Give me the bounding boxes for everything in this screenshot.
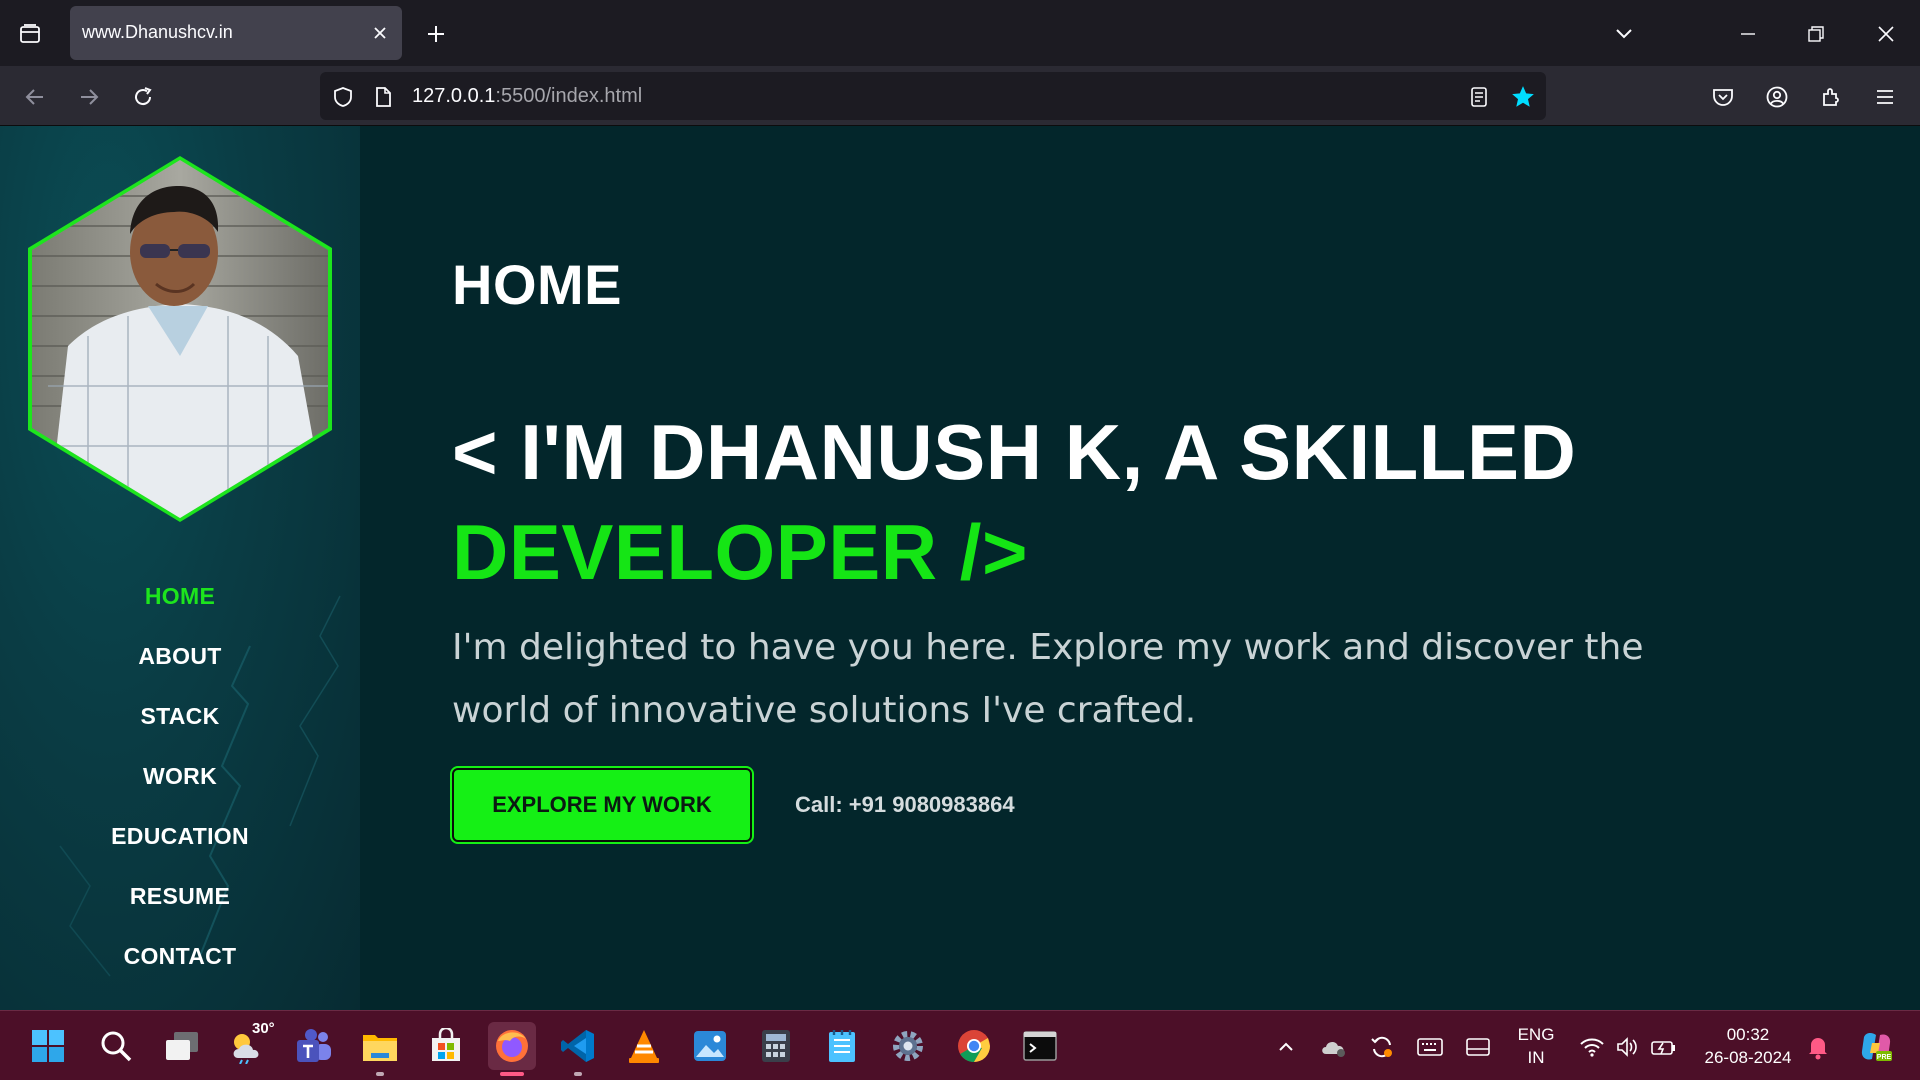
wifi-icon[interactable] [1578, 1033, 1606, 1061]
teams-icon[interactable] [290, 1022, 338, 1070]
volume-icon[interactable] [1614, 1033, 1642, 1061]
tab-title: www.Dhanushcv.in [82, 22, 233, 42]
address-bar[interactable]: 127.0.0.1:5500/index.html [320, 72, 1546, 120]
sidebar-item-home[interactable]: HOME [0, 566, 360, 626]
minimize-icon[interactable] [1728, 14, 1768, 54]
vlc-icon[interactable] [620, 1022, 668, 1070]
url-host: 127.0.0.1 [412, 85, 496, 107]
weather-temperature: 30° [252, 1020, 275, 1037]
keyboard-icon[interactable] [1416, 1033, 1444, 1061]
forward-arrow-icon[interactable] [72, 80, 106, 114]
restore-icon[interactable] [1796, 14, 1836, 54]
reload-icon[interactable] [126, 80, 160, 114]
back-arrow-icon[interactable] [18, 80, 52, 114]
vscode-icon[interactable] [554, 1022, 602, 1076]
terminal-icon[interactable] [1016, 1022, 1064, 1070]
reader-view-icon[interactable] [1466, 84, 1492, 110]
active-indicator [500, 1072, 524, 1076]
profile-avatar [28, 156, 332, 522]
sidebar-item-contact[interactable]: CONTACT [0, 926, 360, 986]
onedrive-icon[interactable] [1320, 1033, 1348, 1061]
tab-close-icon[interactable] [368, 21, 392, 45]
hero-tagline: I'm delighted to have you here. Explore … [452, 627, 1644, 731]
browser-tab-strip: www.Dhanushcv.in [0, 0, 1920, 66]
sidebar-nav: HOME ABOUT STACK WORK EDUCATION RESUME C… [0, 566, 360, 986]
region-code: IN [1527, 1048, 1545, 1067]
copilot-icon[interactable]: PRE [1856, 1027, 1896, 1067]
chevron-down-icon[interactable] [1608, 18, 1640, 50]
bookmark-star-icon[interactable] [1510, 84, 1536, 110]
hero-section: HOME < I'M DHANUSH K, A SKILLED DEVELOPE… [452, 126, 1872, 1010]
account-icon[interactable] [1760, 80, 1794, 114]
windows-start-icon[interactable] [24, 1022, 72, 1070]
file-explorer-icon[interactable] [356, 1022, 404, 1076]
language-code: ENG [1517, 1025, 1555, 1044]
clock-date: 26-08-2024 [1704, 1048, 1792, 1067]
battery-icon[interactable] [1650, 1033, 1678, 1061]
clock[interactable]: 00:32 26-08-2024 [1696, 1023, 1800, 1069]
headline-line-2: DEVELOPER /> [452, 508, 1028, 596]
headline-line-1: < I'M DHANUSH K, A SKILLED [452, 408, 1577, 496]
task-view-icon[interactable] [158, 1022, 206, 1070]
svg-text:PRE: PRE [1877, 1054, 1892, 1061]
tablet-mode-icon[interactable] [1464, 1033, 1492, 1061]
running-indicator [574, 1072, 582, 1076]
url-text[interactable]: 127.0.0.1:5500/index.html [412, 85, 642, 108]
windows-taskbar: 30° ENG IN 00:32 26-08-2024 PRE [0, 1010, 1920, 1080]
new-tab-icon[interactable] [420, 18, 452, 50]
notification-bell-icon[interactable] [1804, 1033, 1832, 1061]
photos-icon[interactable] [686, 1022, 734, 1070]
explore-work-button[interactable]: EXPLORE MY WORK [452, 768, 752, 842]
hero-headline: < I'M DHANUSH K, A SKILLED DEVELOPER /> [452, 402, 1576, 602]
sidebar-item-about[interactable]: ABOUT [0, 626, 360, 686]
search-icon[interactable] [92, 1022, 140, 1070]
firefox-icon[interactable] [488, 1022, 536, 1076]
close-window-icon[interactable] [1866, 14, 1906, 54]
sync-icon[interactable] [1368, 1033, 1396, 1061]
section-title: HOME [452, 253, 622, 316]
page-icon[interactable] [370, 84, 396, 110]
sidebar-item-resume[interactable]: RESUME [0, 866, 360, 926]
browser-toolbar: 127.0.0.1:5500/index.html [0, 66, 1920, 126]
shield-icon[interactable] [330, 84, 356, 110]
chevron-up-icon[interactable] [1272, 1033, 1300, 1061]
clock-time: 00:32 [1726, 1025, 1770, 1044]
calculator-icon[interactable] [752, 1022, 800, 1070]
page-content: HOME ABOUT STACK WORK EDUCATION RESUME C… [0, 126, 1920, 1010]
notepad-icon[interactable] [818, 1022, 866, 1070]
sidebar-item-education[interactable]: EDUCATION [0, 806, 360, 866]
pocket-icon[interactable] [1706, 80, 1740, 114]
language-indicator[interactable]: ENG IN [1514, 1023, 1558, 1069]
extensions-icon[interactable] [1814, 80, 1848, 114]
sidebar-item-work[interactable]: WORK [0, 746, 360, 806]
microsoft-store-icon[interactable] [422, 1022, 470, 1070]
phone-link[interactable]: Call: +91 9080983864 [795, 792, 1015, 818]
running-indicator [376, 1072, 384, 1076]
sidebar-item-stack[interactable]: STACK [0, 686, 360, 746]
browser-tab-active[interactable]: www.Dhanushcv.in [70, 6, 402, 60]
weather-widget[interactable]: 30° [224, 1020, 275, 1070]
chrome-icon[interactable] [950, 1022, 998, 1070]
tab-list-icon[interactable] [14, 18, 46, 50]
sidebar: HOME ABOUT STACK WORK EDUCATION RESUME C… [0, 126, 360, 1010]
url-path: :5500/index.html [495, 85, 643, 107]
settings-gear-icon[interactable] [884, 1022, 932, 1070]
menu-icon[interactable] [1868, 80, 1902, 114]
